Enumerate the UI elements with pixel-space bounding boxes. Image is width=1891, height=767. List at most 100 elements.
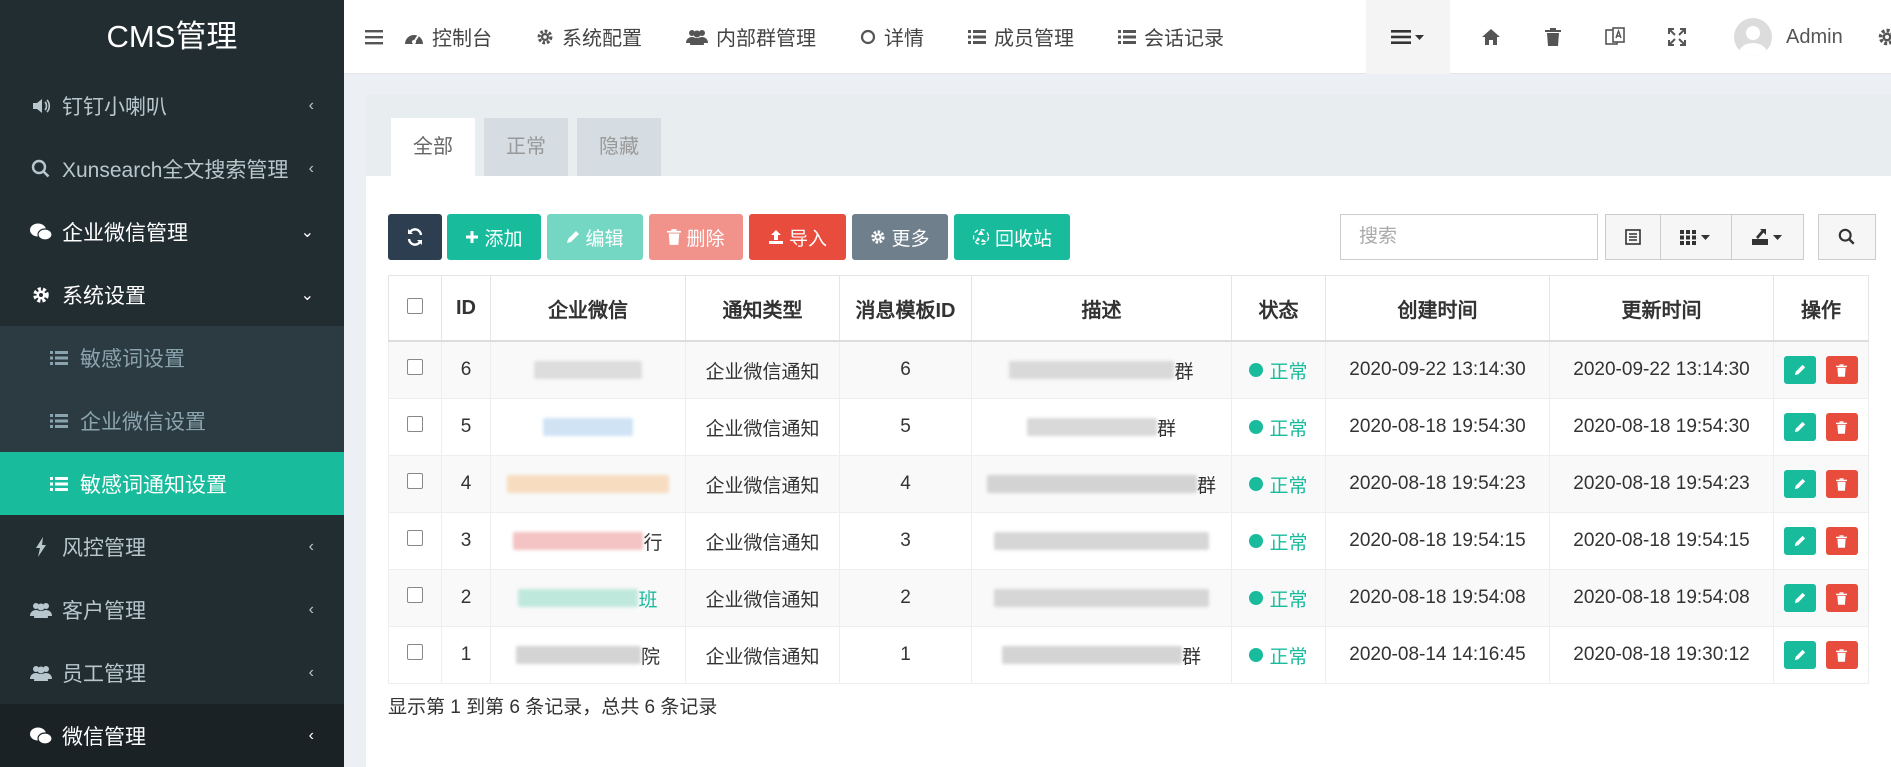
cell-template: 6 xyxy=(839,340,972,399)
nav-system-config[interactable]: 系统配置 xyxy=(536,22,642,51)
row-edit-button[interactable] xyxy=(1784,641,1817,669)
cell-desc: 群 xyxy=(971,340,1232,399)
cell-id: 2 xyxy=(441,569,491,627)
tab-all[interactable]: 全部 xyxy=(391,118,475,176)
cell-type[interactable]: 企业微信通知 xyxy=(685,340,840,399)
row-edit-button[interactable] xyxy=(1784,413,1817,441)
row-checkbox[interactable] xyxy=(388,626,442,684)
row-checkbox[interactable] xyxy=(388,569,442,627)
column-header-type[interactable]: 通知类型 xyxy=(685,275,840,342)
cell-type[interactable]: 企业微信通知 xyxy=(685,455,840,513)
sidebar-item-sensitive-words[interactable]: 敏感词设置 xyxy=(0,326,344,389)
nav-details[interactable]: 详情 xyxy=(860,22,924,51)
nav-label: 详情 xyxy=(884,28,924,50)
delete-button[interactable]: 删除 xyxy=(649,214,743,260)
cell-updated: 2020-08-18 19:54:30 xyxy=(1549,398,1774,456)
row-edit-button[interactable] xyxy=(1784,584,1817,612)
search-submit-button[interactable] xyxy=(1818,214,1876,260)
list-icon xyxy=(1118,29,1136,44)
users-icon xyxy=(686,29,708,45)
table-row[interactable]: 6 企业微信通知 6 群 正常 2020-09-22 13:14:30 2020… xyxy=(388,340,1869,399)
sidebar-item-wechat[interactable]: 微信管理 ‹ xyxy=(0,704,344,767)
trash-icon[interactable] xyxy=(1522,28,1584,46)
row-delete-button[interactable] xyxy=(1825,470,1858,498)
toggle-view-button[interactable] xyxy=(1605,214,1661,260)
column-header-desc[interactable]: 描述 xyxy=(971,275,1232,342)
app-logo[interactable]: CMS管理 xyxy=(0,0,344,74)
pencil-icon xyxy=(1795,592,1806,604)
row-edit-button[interactable] xyxy=(1784,356,1817,384)
row-checkbox[interactable] xyxy=(388,340,442,399)
row-delete-button[interactable] xyxy=(1825,584,1858,612)
sidebar-item-wecom-management[interactable]: 企业微信管理 ⌄ xyxy=(0,200,344,263)
fullscreen-icon[interactable] xyxy=(1646,28,1708,46)
row-delete-button[interactable] xyxy=(1825,356,1858,384)
refresh-button[interactable] xyxy=(388,214,442,260)
sidebar-item-wecom-settings[interactable]: 企业微信设置 xyxy=(0,389,344,452)
settings-gear-icon[interactable] xyxy=(1877,27,1891,52)
column-header-corp[interactable]: 企业微信 xyxy=(490,275,686,342)
more-button[interactable]: 更多 xyxy=(852,214,948,260)
row-delete-button[interactable] xyxy=(1825,641,1858,669)
volume-icon xyxy=(30,97,52,115)
user-name[interactable]: Admin xyxy=(1786,26,1843,49)
table-row[interactable]: 1 院 企业微信通知 1 群 正常 2020-08-14 14:16:45 20… xyxy=(388,626,1869,684)
row-checkbox[interactable] xyxy=(388,512,442,570)
translate-icon[interactable] xyxy=(1584,27,1646,47)
menu-toggle-icon[interactable] xyxy=(344,29,404,45)
row-delete-button[interactable] xyxy=(1825,527,1858,555)
table-row[interactable]: 4 企业微信通知 4 群 正常 2020-08-18 19:54:23 2020… xyxy=(388,455,1869,513)
table-row[interactable]: 3 行 企业微信通知 3 正常 2020-08-18 19:54:15 2020… xyxy=(388,512,1869,570)
cell-type[interactable]: 企业微信通知 xyxy=(685,398,840,456)
add-button[interactable]: 添加 xyxy=(447,214,541,260)
home-icon[interactable] xyxy=(1460,28,1522,46)
tab-normal[interactable]: 正常 xyxy=(484,118,568,176)
row-edit-button[interactable] xyxy=(1784,470,1817,498)
search-input[interactable] xyxy=(1340,214,1598,260)
cell-actions xyxy=(1773,340,1869,399)
grid-icon xyxy=(1680,230,1710,245)
cell-id: 5 xyxy=(441,398,491,456)
tab-hidden[interactable]: 隐藏 xyxy=(577,118,661,176)
edit-button[interactable]: 编辑 xyxy=(547,214,643,260)
table-row[interactable]: 5 企业微信通知 5 群 正常 2020-08-18 19:54:30 2020… xyxy=(388,398,1869,456)
sidebar-item-xunsearch[interactable]: Xunsearch全文搜索管理 ‹ xyxy=(0,137,344,200)
sidebar-item-staff[interactable]: 员工管理 ‹ xyxy=(0,641,344,704)
pencil-icon xyxy=(1795,478,1806,490)
sidebar-item-customers[interactable]: 客户管理 ‹ xyxy=(0,578,344,641)
avatar[interactable] xyxy=(1734,18,1772,56)
nav-internal-groups[interactable]: 内部群管理 xyxy=(686,22,816,51)
nav-dashboard[interactable]: 控制台 xyxy=(404,22,492,51)
column-header-updated[interactable]: 更新时间 xyxy=(1549,275,1774,342)
sidebar-item-sensitive-notify[interactable]: 敏感词通知设置 xyxy=(0,452,344,515)
gear-icon xyxy=(871,230,886,244)
cell-type[interactable]: 企业微信通知 xyxy=(685,569,840,627)
export-button[interactable] xyxy=(1731,214,1804,260)
export-icon xyxy=(1751,229,1782,245)
column-header-created[interactable]: 创建时间 xyxy=(1325,275,1550,342)
column-header-status[interactable]: 状态 xyxy=(1231,275,1326,342)
nav-members[interactable]: 成员管理 xyxy=(968,22,1074,51)
recycle-bin-button[interactable]: 回收站 xyxy=(954,214,1070,260)
sidebar-item-system-settings[interactable]: 系统设置 ⌄ xyxy=(0,263,344,326)
table-row[interactable]: 2 班 企业微信通知 2 正常 2020-08-18 19:54:08 2020… xyxy=(388,569,1869,627)
row-delete-button[interactable] xyxy=(1825,413,1858,441)
nav-chat-records[interactable]: 会话记录 xyxy=(1118,22,1224,51)
row-checkbox[interactable] xyxy=(388,398,442,456)
column-header-id[interactable]: ID xyxy=(441,275,491,342)
select-all-checkbox[interactable] xyxy=(388,275,442,342)
cell-corp: 班 xyxy=(490,569,686,627)
row-checkbox[interactable] xyxy=(388,455,442,513)
cell-type[interactable]: 企业微信通知 xyxy=(685,512,840,570)
cell-type[interactable]: 企业微信通知 xyxy=(685,626,840,684)
import-button[interactable]: 导入 xyxy=(749,214,846,260)
sidebar-item-dingtalk[interactable]: 钉钉小喇叭 ‹ xyxy=(0,74,344,137)
cell-created: 2020-08-18 19:54:30 xyxy=(1325,398,1550,456)
search-icon xyxy=(1838,228,1855,245)
sidebar-item-risk-control[interactable]: 风控管理 ‹ xyxy=(0,515,344,578)
nav-dropdown-button[interactable] xyxy=(1366,0,1450,74)
row-edit-button[interactable] xyxy=(1784,527,1817,555)
recycle-icon xyxy=(972,228,990,246)
column-header-template[interactable]: 消息模板ID xyxy=(839,275,972,342)
columns-button[interactable] xyxy=(1660,214,1732,260)
